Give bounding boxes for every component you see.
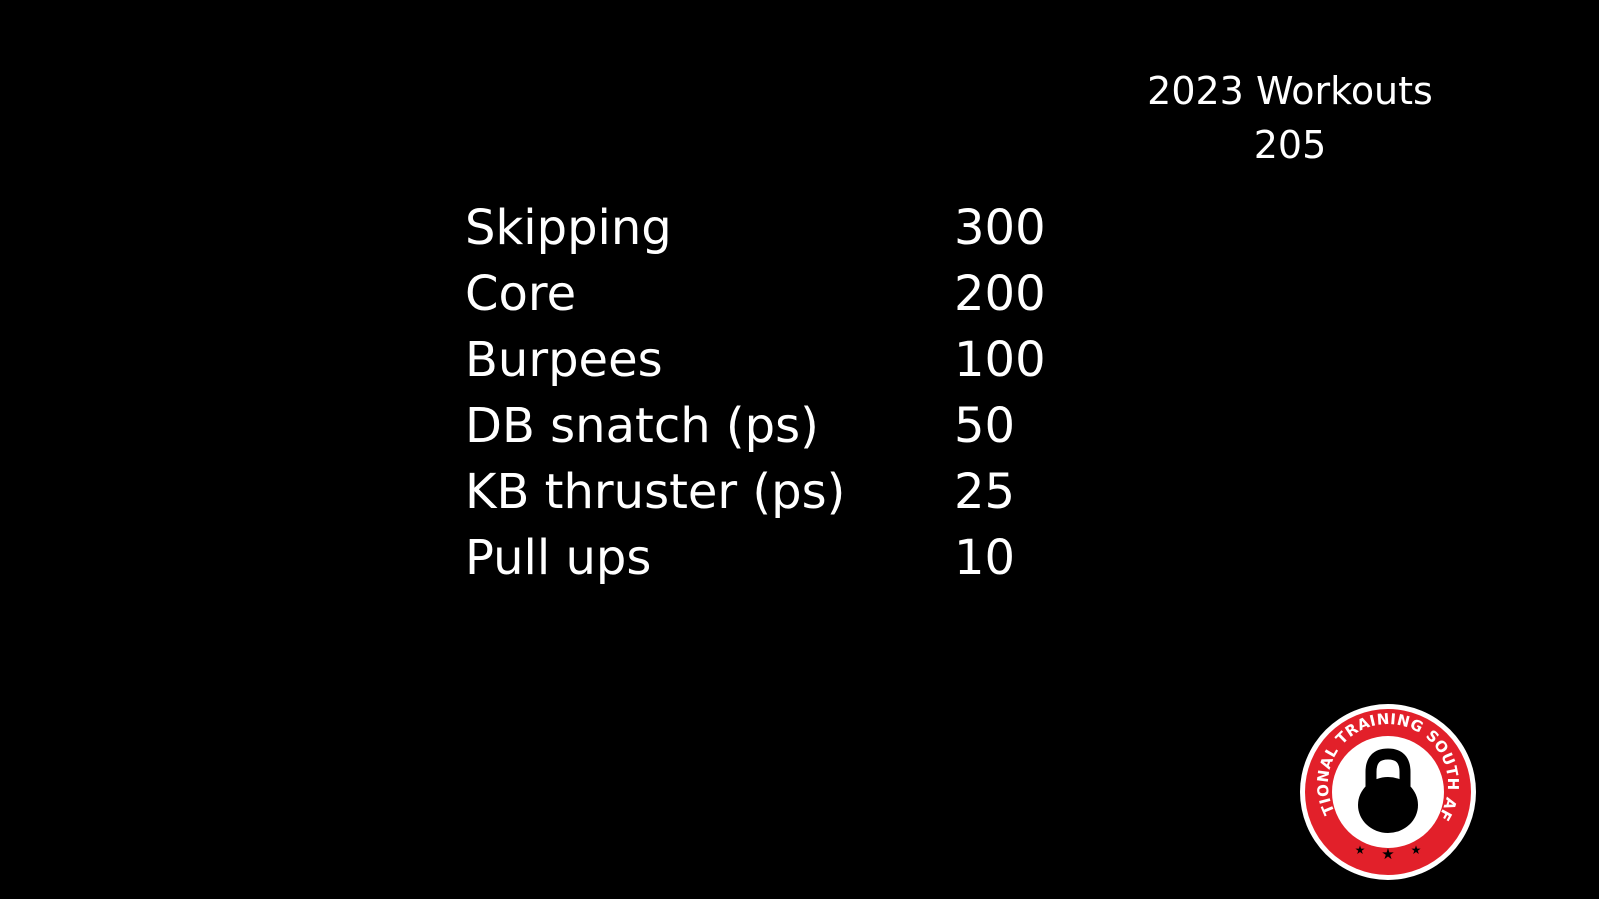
header-title: 2023 Workouts <box>1147 69 1433 113</box>
logo-star-icon: ★ <box>1411 843 1422 857</box>
exercise-name: DB snatch (ps) <box>465 398 819 454</box>
workouts-header: 2023 Workouts 205 <box>1090 64 1490 172</box>
header-number: 205 <box>1253 123 1327 167</box>
exercise-reps: 25 <box>954 464 1016 520</box>
exercise-name: KB thruster (ps) <box>465 464 846 520</box>
exercise-reps: 300 <box>954 200 1046 256</box>
logo-star-icon: ★ <box>1381 845 1394 863</box>
exercise-name: Skipping <box>465 200 672 256</box>
exercise-reps: 50 <box>954 398 1016 454</box>
exercise-reps: 200 <box>954 266 1046 322</box>
exercise-reps: 100 <box>954 332 1046 388</box>
logo-badge: FUNCTIONAL TRAINING SOUTH AFRICA ★ ★ ★ <box>1298 702 1476 880</box>
exercise-name: Core <box>465 266 577 322</box>
logo-star-icon: ★ <box>1355 843 1366 857</box>
exercise-name: Pull ups <box>465 530 652 586</box>
brand-logo: FUNCTIONAL TRAINING SOUTH AFRICA ★ ★ ★ <box>1298 702 1478 882</box>
exercise-reps: 10 <box>954 530 1016 586</box>
exercise-name: Burpees <box>465 332 663 388</box>
